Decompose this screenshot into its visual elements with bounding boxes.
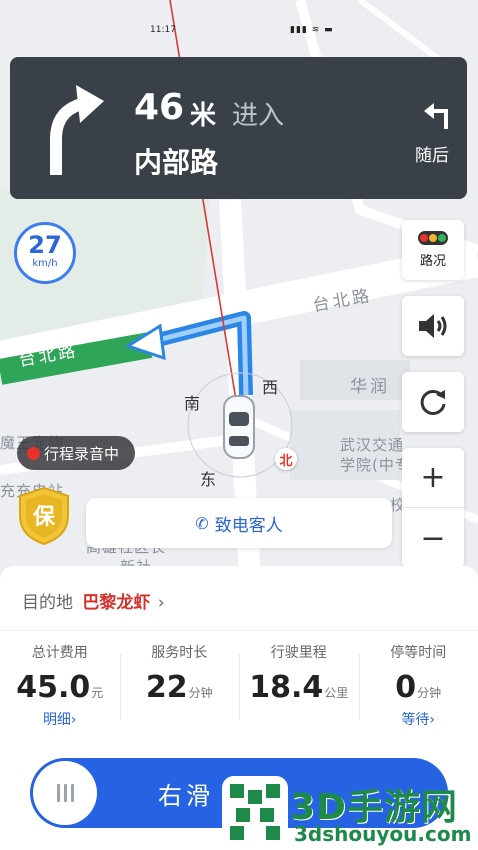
call-passenger-button[interactable]: ✆ 致电客人 [86,498,392,548]
fare-detail-link[interactable]: 明细› [0,709,120,729]
status-bar: 11:17 ▮▮▮ ≋ ▬ [0,0,478,35]
compass-west: 西 [262,378,279,397]
recording-indicator[interactable]: 行程录音中 [17,436,135,470]
stat-label: 服务时长 [151,645,208,661]
chevron-right-icon: › [157,593,165,613]
stat-unit: 分钟 [188,686,213,700]
speed-unit: km/h [32,258,58,269]
destination-name: 巴黎龙虾 [82,593,151,613]
nav-distance: 46 [134,87,185,128]
stat-value: 18.4 [249,670,324,705]
status-time: 11:17 [150,25,176,35]
stat-wait-time: 停等时间 0分钟 等待› [358,640,478,730]
sound-button[interactable] [402,296,464,356]
stat-label: 总计费用 [31,645,88,661]
stat-distance: 行驶里程 18.4公里 [239,640,359,730]
compass-south: 南 [184,394,201,413]
map-poi-label: 华润 [350,377,390,397]
call-label: 致电客人 [214,515,283,536]
watermark: 3D手游网 3dshouyou.com [218,774,478,850]
speed-indicator: 27 km/h [14,222,76,284]
compass-north: 北 [275,448,297,470]
recording-label: 行程录音中 [44,444,120,463]
destination-row[interactable]: 目的地 巴黎龙虾 › [22,588,165,613]
watermark-logo-icon [222,776,288,846]
traffic-light-icon [418,231,448,245]
speaker-icon [419,314,447,338]
stat-unit: 分钟 [417,686,442,700]
stat-value: 0 [395,670,417,705]
map-poi-label: 武汉交通 [340,436,405,454]
wait-link[interactable]: 等待› [359,709,478,729]
watermark-url: 3dshouyou.com [294,822,472,846]
safety-shield-icon[interactable]: 保 [16,486,72,546]
map-poi-label: 学院(中专 [340,456,411,474]
nav-road-name: 内部路 [134,146,219,179]
divider [0,630,478,631]
navigation-banner: 46 米 进入 内部路 随后 [10,57,467,199]
status-icons: ▮▮▮ ≋ ▬ [290,25,334,35]
stat-unit: 元 [91,686,104,700]
zoom-out-button[interactable]: − [402,508,464,568]
traffic-button[interactable]: 路况 [402,220,464,280]
stat-unit: 公里 [324,686,349,700]
refresh-button[interactable] [402,372,464,432]
compass-east: 东 [200,470,217,489]
destination-prefix: 目的地 [22,593,73,613]
stat-total-fare: 总计费用 45.0元 明细› [0,640,120,730]
turn-right-arrow-icon [50,85,104,175]
traffic-label: 路况 [419,254,446,269]
nav-action: 进入 [232,101,285,131]
recording-dot-icon [27,446,40,460]
slide-handle[interactable] [33,761,97,825]
refresh-icon [420,389,446,415]
stat-label: 行驶里程 [270,645,327,661]
stat-value: 22 [145,670,188,705]
zoom-controls: + − [402,448,464,568]
speed-value: 27 [28,231,62,259]
turn-left-arrow-icon [424,103,448,129]
stat-service-duration: 服务时长 22分钟 [119,640,240,730]
zoom-in-button[interactable]: + [402,448,464,508]
stat-label: 停等时间 [390,645,447,661]
trip-stats: 总计费用 45.0元 明细› 服务时长 22分钟 行驶里程 18.4公里 停等时… [0,640,478,730]
nav-distance-unit: 米 [190,101,217,131]
nav-then-label: 随后 [415,146,449,166]
stat-value: 45.0 [16,670,91,705]
phone-icon: ✆ [195,513,209,533]
shield-label: 保 [32,505,56,530]
